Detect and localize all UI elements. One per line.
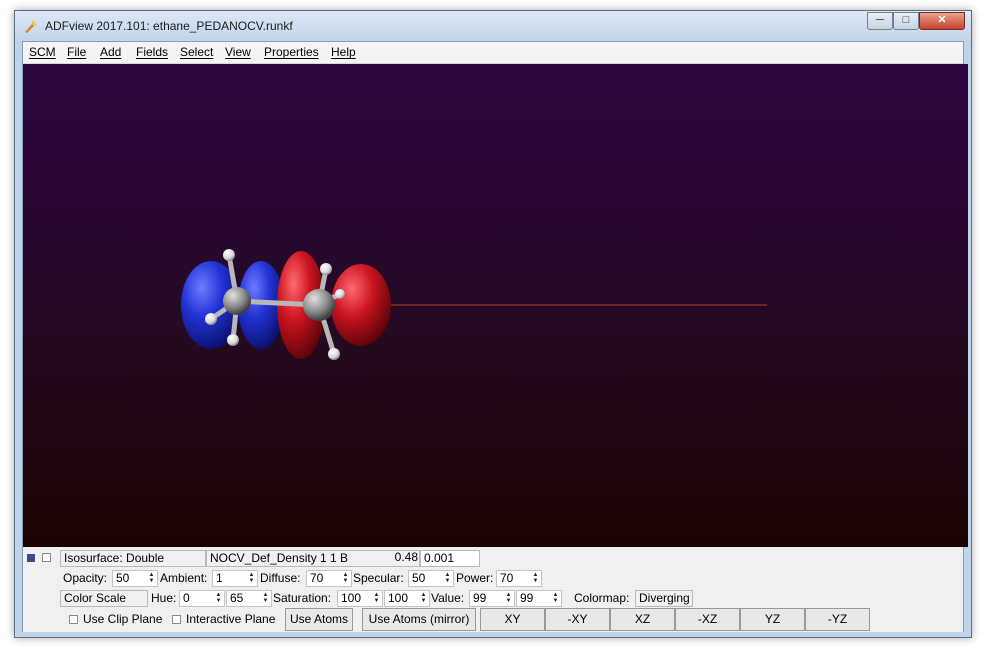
view-neg-xy-button[interactable]: -XY [545,608,610,631]
spinner-icon[interactable]: ▲ ▼ [443,572,452,585]
colormap-dropdown[interactable]: Diverging [635,590,693,607]
use-clip-plane-label: Use Clip Plane [83,612,163,626]
view-neg-xz-button[interactable]: -XZ [675,608,740,631]
value-input-a[interactable]: 99 ▲ ▼ [469,590,515,607]
specular-label: Specular: [353,571,404,585]
title-bar[interactable]: ADFview 2017.101: ethane_PEDANOCV.runkf … [15,11,971,41]
menu-file[interactable]: File [67,45,86,59]
opacity-label: Opacity: [63,571,108,585]
hydrogen-atom-4 [320,263,332,275]
maximize-button[interactable]: □ [893,12,919,30]
use-atoms-button[interactable]: Use Atoms [285,608,353,631]
visible-checkbox[interactable] [42,553,51,562]
color-swatch[interactable] [27,554,35,562]
menu-fields[interactable]: Fields [136,45,168,59]
hue-label: Hue: [151,591,177,605]
carbon-atom-2 [303,289,335,321]
power-input[interactable]: 70 ▲ ▼ [496,570,542,587]
client-area: SCM File Add Fields Select View Properti… [22,41,968,632]
spinner-icon[interactable]: ▲ ▼ [261,592,270,605]
hydrogen-atom-3 [227,334,239,346]
ambient-input[interactable]: 1 ▲ ▼ [212,570,258,587]
menu-add[interactable]: Add [100,45,121,59]
use-atoms-mirror-button[interactable]: Use Atoms (mirror) [362,608,476,631]
view-yz-button[interactable]: YZ [740,608,805,631]
value-input-b[interactable]: 99 ▲ ▼ [516,590,562,607]
hydrogen-atom-2 [205,313,217,325]
isosurface-panel: Isosurface: Double NOCV_Def_Density 1 1 … [23,548,963,632]
view-neg-yz-button[interactable]: -YZ [805,608,870,631]
maximize-icon: □ [902,14,910,26]
specular-input[interactable]: 50 ▲ ▼ [408,570,454,587]
isosurface-type[interactable]: Isosurface: Double [60,550,206,567]
app-window: ADFview 2017.101: ethane_PEDANOCV.runkf … [14,10,972,638]
saturation-input-a[interactable]: 100 ▲ ▼ [337,590,383,607]
view-xz-button[interactable]: XZ [610,608,675,631]
close-button[interactable]: ✕ [919,12,965,30]
interactive-plane-label: Interactive Plane [186,612,276,626]
power-label: Power: [456,571,494,585]
isovalue-a: 0.48 [394,550,418,564]
spinner-icon[interactable]: ▲ ▼ [247,572,256,585]
hydrogen-atom-1 [223,249,235,261]
close-icon: ✕ [937,14,947,26]
spinner-icon[interactable]: ▲ ▼ [504,592,513,605]
diffuse-label: Diffuse: [260,571,301,585]
minimize-icon: ─ [876,14,884,26]
view-xy-button[interactable]: XY [480,608,545,631]
menu-properties[interactable]: Properties [264,45,319,59]
ambient-label: Ambient: [160,571,208,585]
use-clip-plane-checkbox[interactable] [69,615,78,624]
red-lobe-right [331,264,391,346]
spinner-icon[interactable]: ▲ ▼ [341,572,350,585]
colormap-label: Colormap: [574,591,630,605]
menu-help[interactable]: Help [331,45,356,59]
minimize-button[interactable]: ─ [867,12,893,30]
window-title: ADFview 2017.101: ethane_PEDANOCV.runkf [45,19,293,33]
diffuse-input[interactable]: 70 ▲ ▼ [306,570,352,587]
carbon-atom-1 [223,287,251,315]
spinner-icon[interactable]: ▲ ▼ [372,592,381,605]
menu-bar: SCM File Add Fields Select View Properti… [23,42,963,64]
isovalue-input[interactable]: 0.001 [420,550,480,567]
menu-scm[interactable]: SCM [29,45,56,59]
saturation-label: Saturation: [273,591,332,605]
hue-input-a[interactable]: 0 ▲ ▼ [179,590,225,607]
adfview-app-icon [25,20,37,33]
value-label: Value: [431,591,465,605]
molecule-scene [181,249,767,360]
hydrogen-atom-6 [328,348,340,360]
menu-view[interactable]: View [225,45,251,59]
menu-select[interactable]: Select [180,45,213,59]
hydrogen-atom-5 [335,289,345,299]
opacity-input[interactable]: 50 ▲ ▼ [112,570,158,587]
interactive-plane-checkbox[interactable] [172,615,181,624]
color-scale-dropdown[interactable]: Color Scale [60,590,148,607]
spinner-icon[interactable]: ▲ ▼ [531,572,540,585]
spinner-icon[interactable]: ▲ ▼ [214,592,223,605]
3d-viewport[interactable] [23,64,968,547]
spinner-icon[interactable]: ▲ ▼ [419,592,428,605]
spinner-icon[interactable]: ▲ ▼ [147,572,156,585]
hue-input-b[interactable]: 65 ▲ ▼ [226,590,272,607]
saturation-input-b[interactable]: 100 ▲ ▼ [384,590,430,607]
spinner-icon[interactable]: ▲ ▼ [551,592,560,605]
